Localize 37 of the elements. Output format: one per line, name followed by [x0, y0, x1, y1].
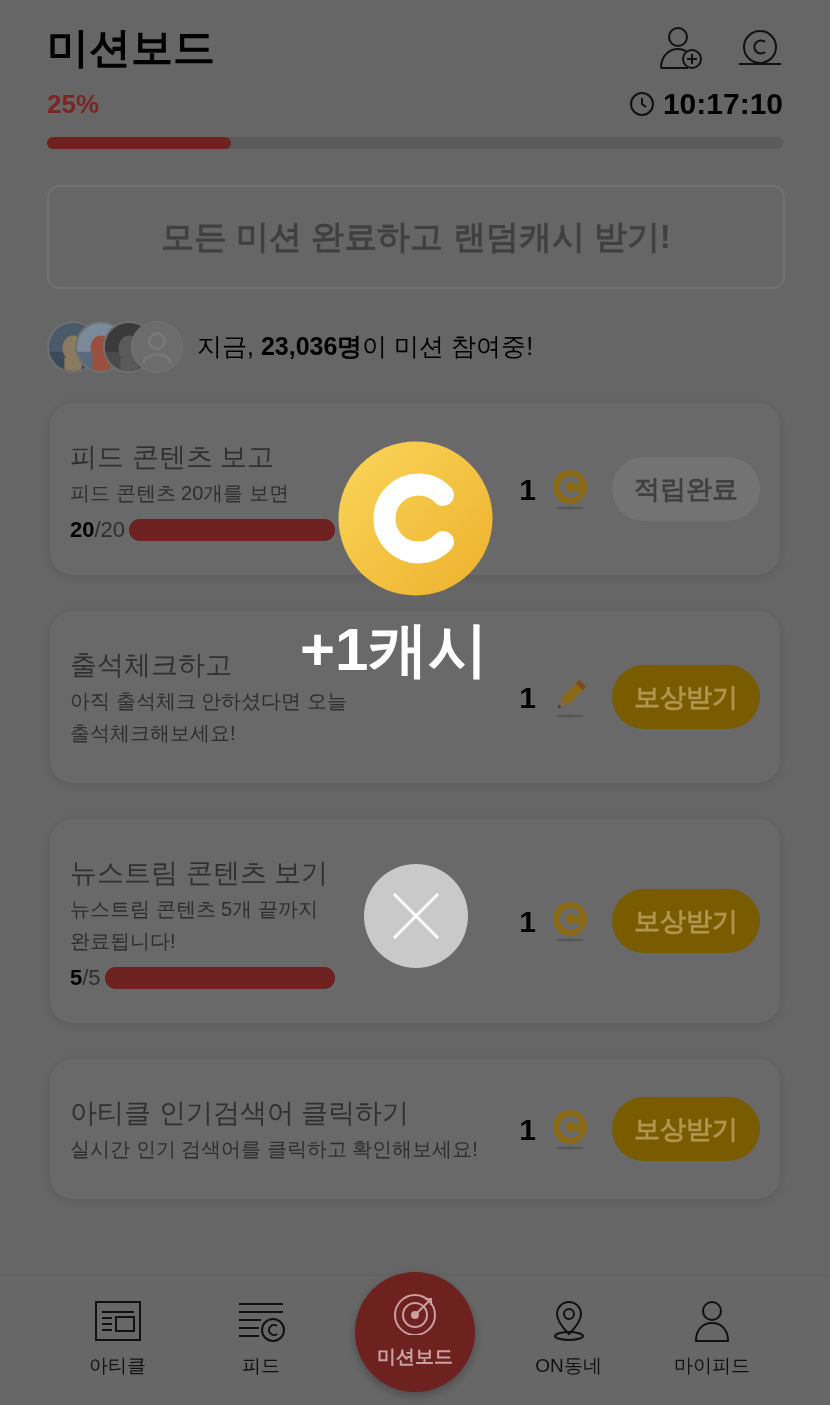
- participants-text: 지금, 23,036명이 미션 참여중!: [197, 331, 534, 363]
- claim-reward-button[interactable]: 보상받기: [612, 889, 760, 953]
- nav-tab[interactable]: 아티클: [67, 1290, 168, 1391]
- mission-title: 출석체크하고: [70, 649, 232, 682]
- mission-description: 뉴스트림 콘텐츠 5개 끝까지 완료됩니다!: [70, 897, 318, 954]
- coin-icon[interactable]: [738, 29, 782, 66]
- mission-title: 아티클 인기검색어 클릭하기: [70, 1097, 409, 1130]
- reward-amount-popup: +1캐시: [300, 618, 489, 682]
- reward-amount: 1: [519, 903, 536, 940]
- mission-count: 5/5: [70, 967, 101, 989]
- mission-title: 피드 콘텐츠 보고: [70, 441, 274, 474]
- coin-icon: [550, 900, 590, 942]
- claim-reward-button[interactable]: 보상받기: [612, 1097, 760, 1161]
- coin-icon: [338, 441, 493, 596]
- claim-reward-button[interactable]: 보상받기: [612, 665, 760, 729]
- reward-amount: 1: [519, 471, 536, 508]
- nav-tab[interactable]: 피드: [211, 1290, 312, 1391]
- nav-tab[interactable]: 미션보드: [355, 1271, 475, 1392]
- close-icon: [391, 891, 441, 941]
- coin-icon: [550, 468, 590, 510]
- reward-amount: 1: [519, 1111, 536, 1148]
- mission-count: 20/20: [70, 519, 126, 541]
- mission-description: 아직 출석체크 안하셨다면 오늘 출석체크해보세요!: [70, 689, 347, 746]
- clock-icon: [628, 91, 655, 117]
- reward-amount: 1: [519, 679, 536, 716]
- nav-tab[interactable]: ON동네: [518, 1290, 619, 1391]
- coin-icon: [550, 1108, 590, 1150]
- add-friend-icon[interactable]: [658, 24, 704, 71]
- mission-description: 실시간 인기 검색어를 클릭하고 확인해보세요!: [70, 1137, 478, 1162]
- mission-description: 피드 콘텐츠 20개를 보면: [70, 481, 289, 506]
- nav-tab[interactable]: 마이피드: [662, 1290, 763, 1391]
- target-icon: [391, 1291, 439, 1336]
- feed-icon: [237, 1300, 286, 1345]
- page-title: 미션보드: [47, 26, 215, 69]
- mission-title: 뉴스트림 콘텐츠 보기: [70, 857, 328, 890]
- progress-percent: 25%: [47, 91, 100, 117]
- countdown-timer: 10:17:10: [662, 89, 783, 119]
